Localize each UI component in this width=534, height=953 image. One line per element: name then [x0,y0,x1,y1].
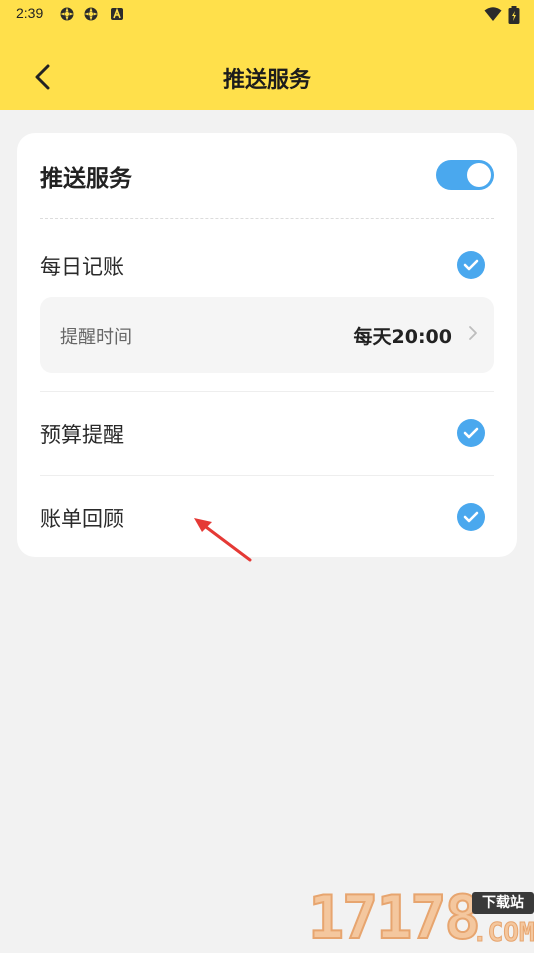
site-watermark: 17178 下载站 .COM [307,883,534,953]
push-service-label: 推送服务 [40,166,132,192]
daily-bookkeeping-check[interactable] [457,251,485,279]
push-service-card: 推送服务 每日记账 提醒时间 每天20:00 预算提醒 账单回顾 [17,133,517,557]
reminder-time-value: 每天20:00 [353,326,452,348]
budget-reminder-label: 预算提醒 [40,423,124,447]
watermark-number: 17178 [307,883,482,953]
status-time: 2:39 [16,5,44,21]
check-icon [463,259,479,271]
bill-review-label: 账单回顾 [40,507,124,531]
check-icon [463,427,479,439]
dashed-divider [40,218,494,219]
nav-bar: 推送服务 [0,44,534,110]
wifi-icon [484,7,502,21]
row-divider [40,391,494,392]
annotation-arrow-icon [194,518,252,562]
bill-review-check[interactable] [457,503,485,531]
watermark-suffix: .COM [472,918,534,949]
page-title: 推送服务 [222,68,311,93]
budget-reminder-check[interactable] [457,419,485,447]
top-header: 2:39 推送服务 [0,0,534,110]
battery-icon [508,6,520,24]
status-bar: 2:39 [0,0,534,30]
reminder-time-row[interactable]: 提醒时间 每天20:00 [40,297,494,373]
reminder-time-label: 提醒时间 [60,327,132,348]
app-notification-icon [84,7,98,21]
toggle-knob [467,163,491,187]
daily-bookkeeping-label: 每日记账 [40,255,124,279]
watermark-tag: 下载站 [472,892,534,914]
push-service-toggle[interactable] [436,160,494,190]
a-notification-icon [111,7,123,20]
app-notification-icon [60,7,74,21]
check-icon [463,511,479,523]
chevron-right-icon [469,326,477,340]
row-divider [40,475,494,476]
